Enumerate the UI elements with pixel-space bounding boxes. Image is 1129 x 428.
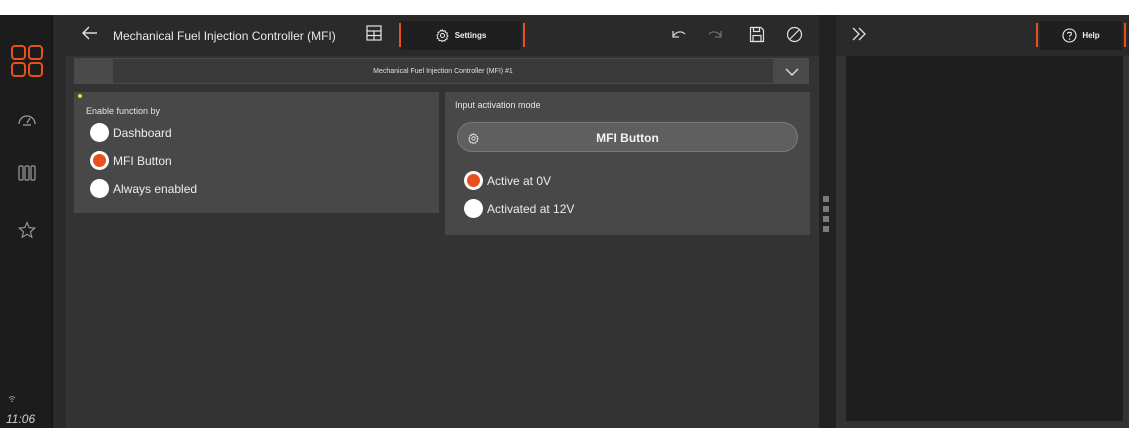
radio-option-label: MFI Button bbox=[113, 153, 172, 168]
star-icon[interactable] bbox=[0, 221, 53, 239]
nav-rail: 11:06 bbox=[0, 15, 53, 428]
radio-button-selected[interactable] bbox=[90, 151, 109, 170]
radio-option-active-0v[interactable]: Active at 0V bbox=[464, 171, 551, 190]
tab-separator bbox=[1124, 23, 1126, 47]
settings-tab-label: Settings bbox=[454, 31, 487, 40]
mfi-button-label: MFI Button bbox=[596, 131, 659, 145]
top-strip bbox=[53, 0, 1129, 15]
columns-icon[interactable] bbox=[0, 165, 53, 181]
radio-option-activated-12v[interactable]: Activated at 12V bbox=[464, 199, 574, 218]
gear-icon bbox=[436, 29, 449, 42]
radio-option-label: Dashboard bbox=[113, 125, 172, 140]
radio-option-always-enabled[interactable]: Always enabled bbox=[90, 179, 197, 198]
enable-function-label: Enable function by bbox=[86, 106, 161, 116]
page-title: Mechanical Fuel Injection Controller (MF… bbox=[113, 29, 336, 43]
radio-option-label: Always enabled bbox=[113, 181, 198, 196]
tab-settings[interactable]: Settings bbox=[401, 21, 521, 50]
tab-separator bbox=[523, 23, 525, 47]
resize-handle[interactable] bbox=[823, 196, 831, 236]
apps-grid-icon[interactable] bbox=[0, 45, 53, 77]
back-arrow-icon[interactable] bbox=[81, 24, 99, 47]
input-activation-card: Input activation mode MFI Button Active … bbox=[445, 92, 810, 235]
chevron-down-icon[interactable] bbox=[785, 64, 799, 82]
help-circle-icon bbox=[1062, 28, 1077, 43]
table-view-icon[interactable] bbox=[366, 25, 382, 46]
dashboard-gauge-icon[interactable] bbox=[0, 111, 53, 127]
tab-separator bbox=[1036, 23, 1038, 47]
enable-function-card: Enable function by Dashboard MFI Button … bbox=[74, 92, 439, 213]
help-panel-toolbar: Help bbox=[836, 15, 1129, 56]
radio-button[interactable] bbox=[464, 199, 483, 218]
controller-selector[interactable]: Mechanical Fuel Injection Controller (MF… bbox=[74, 58, 809, 84]
disable-icon[interactable] bbox=[786, 26, 803, 48]
help-panel: Help bbox=[836, 15, 1129, 428]
main-panel: Mechanical Fuel Injection Controller (MF… bbox=[66, 15, 819, 428]
help-button[interactable]: Help bbox=[1040, 21, 1122, 50]
undo-icon[interactable] bbox=[669, 26, 687, 47]
double-chevron-right-icon[interactable] bbox=[851, 26, 867, 47]
wifi-icon bbox=[8, 390, 16, 408]
radio-option-dashboard[interactable]: Dashboard bbox=[90, 123, 172, 142]
input-activation-label: Input activation mode bbox=[455, 100, 541, 110]
radio-option-label: Active at 0V bbox=[487, 173, 552, 188]
mfi-button-selector[interactable]: MFI Button bbox=[457, 122, 798, 152]
help-button-label: Help bbox=[1082, 31, 1100, 40]
rail-gutter bbox=[53, 15, 66, 428]
save-icon[interactable] bbox=[749, 26, 765, 48]
redo-icon[interactable] bbox=[707, 26, 725, 47]
radio-option-mfi-button[interactable]: MFI Button bbox=[90, 151, 172, 170]
clock: 11:06 bbox=[6, 412, 36, 426]
controller-selector-value: Mechanical Fuel Injection Controller (MF… bbox=[113, 59, 773, 83]
radio-button-selected[interactable] bbox=[464, 171, 483, 190]
radio-option-label: Activated at 12V bbox=[487, 201, 575, 216]
app-window: 11:06 Mechanical Fuel Injection Controll… bbox=[0, 0, 1129, 428]
toolbar: Mechanical Fuel Injection Controller (MF… bbox=[66, 15, 819, 56]
help-content-area bbox=[846, 56, 1123, 421]
radio-button[interactable] bbox=[90, 123, 109, 142]
indicator-dot bbox=[78, 94, 82, 98]
radio-button[interactable] bbox=[90, 179, 109, 198]
